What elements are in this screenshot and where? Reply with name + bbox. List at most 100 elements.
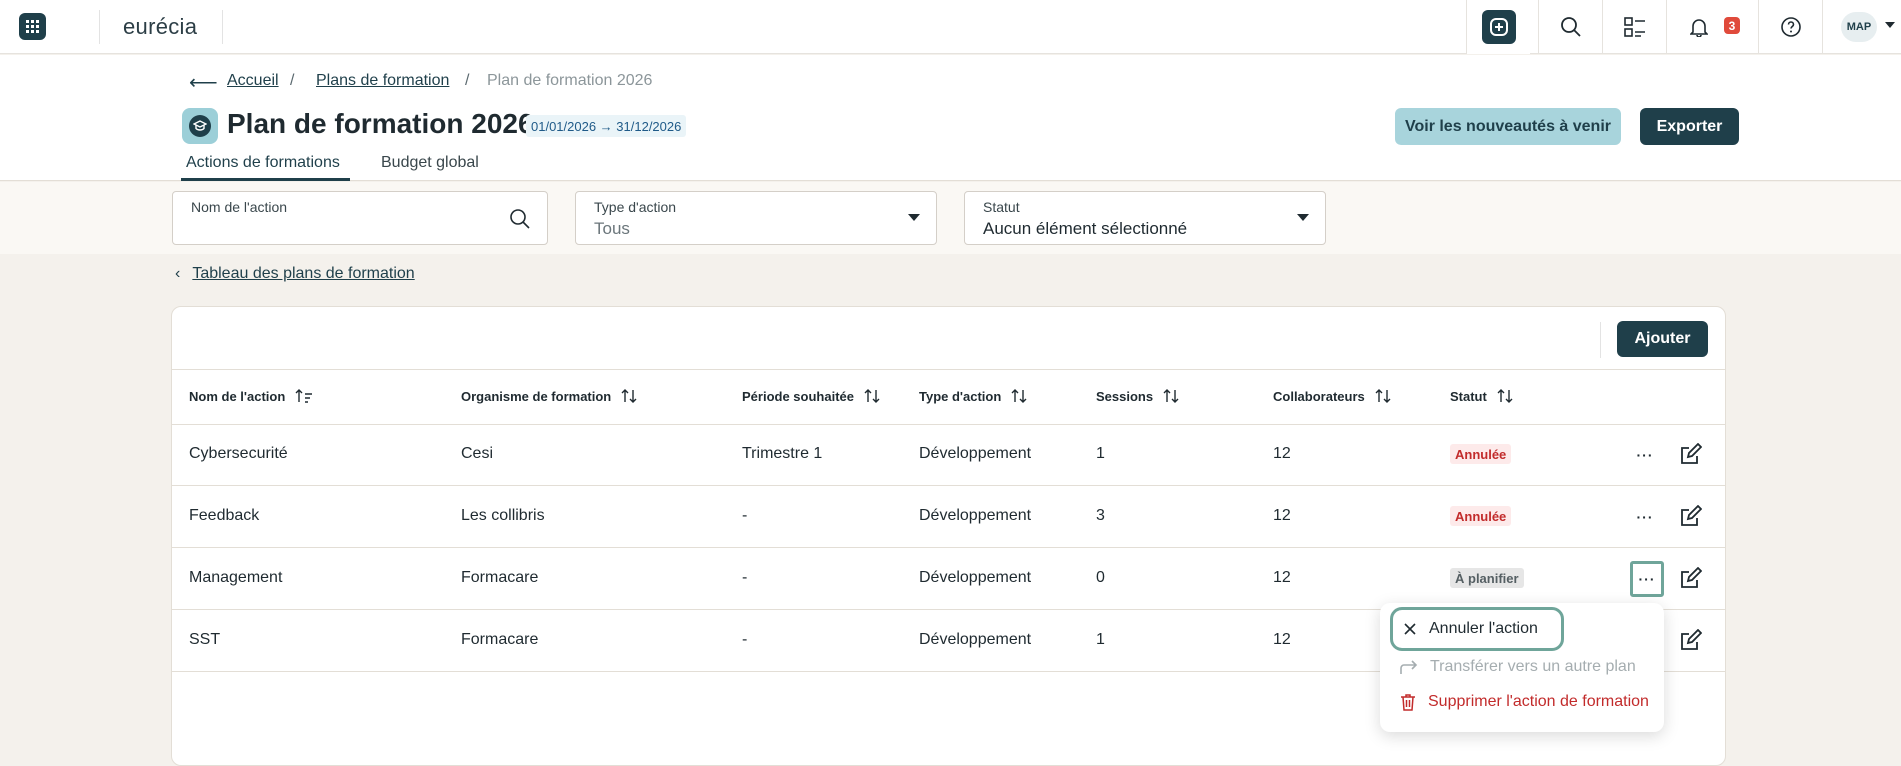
app-logo[interactable]: eurécia [123,14,197,40]
page-title: Plan de formation 2026 [227,108,534,139]
cell-collaborators: 12 [1273,569,1291,586]
search-icon[interactable] [509,208,531,230]
back-link-label[interactable]: Tableau des plans de formation [192,265,414,282]
sort-icon[interactable] [1497,388,1513,404]
transfer-menu-item: Transférer vers un autre plan [1400,658,1636,676]
close-icon [1404,623,1416,635]
field-label: Statut [983,199,1020,215]
edit-icon[interactable] [1678,505,1702,529]
divider [171,424,1726,425]
field-label: Nom de l'action [191,199,288,215]
transfer-arrow-icon [1400,660,1418,674]
sort-icon[interactable] [1163,388,1179,404]
breadcrumb-plans[interactable]: Plans de formation [316,72,449,90]
cell-name: Management [189,569,283,586]
column-header-collaborators[interactable]: Collaborateurs [1273,388,1391,404]
column-header-period[interactable]: Période souhaitée [742,388,880,404]
avatar[interactable]: MAP [1841,12,1877,42]
sort-icon[interactable] [621,388,637,404]
top-bar: eurécia 3 MAP [0,0,1901,54]
quick-add-button[interactable] [1466,0,1530,54]
edit-icon[interactable] [1678,567,1702,591]
cell-organism: Cesi [461,445,494,462]
cell-period: - [742,569,748,586]
search-icon[interactable] [1538,0,1602,54]
select-value: Tous [594,219,630,238]
cancel-action-menu-item[interactable]: Annuler l'action [1390,607,1564,651]
divider [222,10,223,44]
sort-ascending-icon[interactable] [295,388,313,404]
back-to-plans-link[interactable]: ‹ Tableau des plans de formation [175,265,415,283]
cell-type: Développement [919,631,1032,648]
cell-collaborators: 12 [1273,445,1291,462]
cell-collaborators: 12 [1273,631,1291,648]
cell-period: - [742,631,748,648]
delete-action-menu-item[interactable]: Supprimer l'action de formation [1400,693,1649,711]
cell-name: Cybersecurité [189,445,288,462]
chevron-down-icon[interactable] [1297,214,1309,222]
divider [171,547,1726,548]
notification-badge: 3 [1724,17,1740,34]
tab-global-budget[interactable]: Budget global [381,154,479,172]
action-name-search-field[interactable]: Nom de l'action [172,191,548,245]
breadcrumb-separator: / [465,72,470,89]
more-options-button[interactable]: ··· [1630,561,1664,597]
status-badge: À planifier [1450,568,1524,588]
chevron-left-icon: ‹ [175,265,181,282]
cell-type: Développement [919,507,1032,524]
column-header-status[interactable]: Statut [1450,388,1513,404]
sort-icon[interactable] [1375,388,1391,404]
cell-name: SST [189,631,221,648]
cell-collaborators: 12 [1273,507,1291,524]
tab-training-actions[interactable]: Actions de formations [186,154,340,172]
more-options-button[interactable]: ··· [1630,502,1660,532]
add-button[interactable]: Ajouter [1617,321,1708,357]
divider [1600,322,1601,358]
cell-sessions: 1 [1096,631,1105,648]
cell-sessions: 0 [1096,569,1105,586]
cell-sessions: 1 [1096,445,1105,462]
field-label: Type d'action [594,199,677,215]
divider [171,485,1726,486]
select-value: Aucun élément sélectionné [983,219,1188,238]
divider [99,10,100,44]
edit-icon[interactable] [1678,443,1702,467]
action-type-select[interactable]: Type d'action Tous [575,191,937,245]
column-header-type[interactable]: Type d'action [919,388,1027,404]
column-header-name[interactable]: Nom de l'action [189,388,313,404]
trash-icon [1401,694,1415,711]
status-badge: Annulée [1450,506,1512,526]
breadcrumb-current: Plan de formation 2026 [487,72,653,89]
cell-type: Développement [919,445,1032,462]
breadcrumb-separator: / [290,72,295,89]
cell-sessions: 3 [1096,507,1105,524]
date-range-badge: 01/01/2026 → 31/12/2026 [526,115,687,137]
export-button[interactable]: Exporter [1640,108,1739,145]
menu-item-label: Supprimer l'action de formation [1428,693,1649,710]
back-arrow-icon[interactable]: ⟵ [189,70,218,95]
chevron-down-icon[interactable] [1885,22,1895,29]
divider [171,369,1726,370]
column-header-organism[interactable]: Organisme de formation [461,388,637,404]
help-icon[interactable] [1758,0,1822,54]
notifications-bell-icon[interactable] [1666,0,1730,54]
chevron-down-icon[interactable] [908,214,920,222]
edit-icon[interactable] [1678,629,1702,653]
cell-organism: Formacare [461,569,539,586]
tasks-icon[interactable] [1602,0,1666,54]
cell-organism: Les collibris [461,507,545,524]
breadcrumb-home[interactable]: Accueil [227,72,279,90]
menu-item-label: Transférer vers un autre plan [1430,658,1636,675]
upcoming-news-button[interactable]: Voir les nouveautés à venir [1395,108,1621,145]
cell-period: - [742,507,748,524]
graduation-cap-icon [182,108,218,144]
cell-period: Trimestre 1 [742,445,823,462]
sort-icon[interactable] [1011,388,1027,404]
more-options-button[interactable]: ··· [1630,440,1660,470]
active-tab-indicator [181,178,350,181]
status-badge: Annulée [1450,444,1512,464]
status-select[interactable]: Statut Aucun élément sélectionné [964,191,1326,245]
sort-icon[interactable] [864,388,880,404]
column-header-sessions[interactable]: Sessions [1096,388,1179,404]
apps-grid-icon[interactable] [19,13,46,40]
